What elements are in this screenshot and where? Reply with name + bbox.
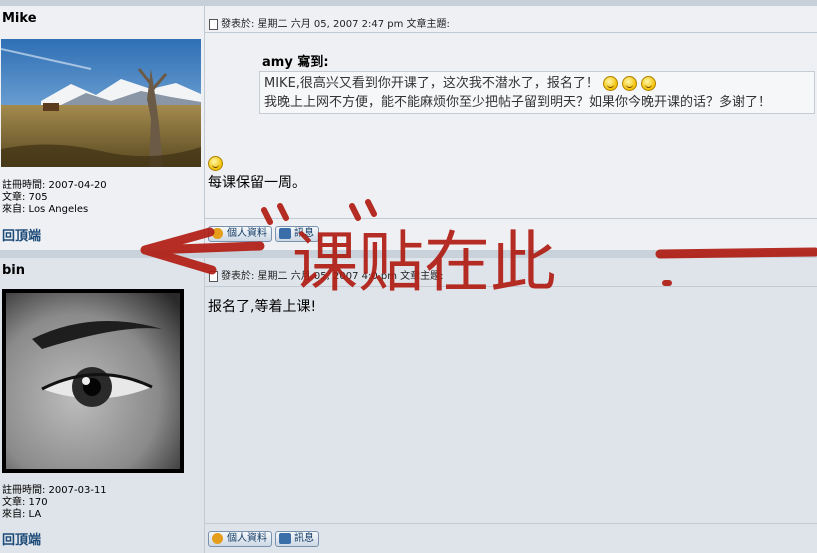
post-meta: 發表於: 星期二 六月 05, 2007 2:47 pm 文章主題: — [209, 15, 450, 30]
post-count: 文章: 705 — [2, 192, 48, 203]
post-meta-text: 發表於: 星期二 六月 05, 2007 4:0 pm 文章主題: — [221, 271, 444, 282]
avatar — [2, 289, 184, 473]
post-count: 文章: 170 — [2, 497, 48, 508]
registered-date: 註冊時間: 2007-04-20 — [2, 180, 107, 191]
user-icon — [212, 228, 223, 239]
divider — [205, 32, 817, 33]
post-icon — [209, 18, 218, 30]
post-body: 每课保留一周。 — [208, 175, 306, 191]
location: 來自: LA — [2, 509, 42, 520]
quote-title: amy 寫到: — [262, 55, 329, 70]
post-mike: Mike 註冊時間: 2007-04-20 文章: 705 來自: Los An… — [0, 6, 817, 250]
quote-box: MIKE,很高兴又看到你开课了，这次我不潜水了，报名了！ 我晚上上网不方便，能不… — [259, 71, 815, 114]
post-icon — [209, 270, 218, 282]
pm-button[interactable]: 訊息 — [275, 531, 319, 547]
post-author-panel: Mike 註冊時間: 2007-04-20 文章: 705 來自: Los An… — [0, 6, 205, 250]
pm-button-label: 訊息 — [294, 533, 314, 544]
author-info: 註冊時間: 2007-03-11 文章: 170 來自: LA — [2, 485, 107, 521]
post-meta-text: 發表於: 星期二 六月 05, 2007 2:47 pm 文章主題: — [221, 19, 450, 30]
post-content: 發表於: 星期二 六月 05, 2007 4:0 pm 文章主題: 报名了,等着… — [205, 258, 817, 553]
post-meta: 發表於: 星期二 六月 05, 2007 4:0 pm 文章主題: — [209, 267, 444, 282]
quote-line-1: MIKE,很高兴又看到你开课了，这次我不潜水了，报名了！ — [264, 74, 810, 93]
post-author-panel: bin 註冊時間: 2007-03-11 文章: 170 來自: LA 回頂端 — [0, 258, 205, 553]
pm-button[interactable]: 訊息 — [275, 226, 319, 242]
registered-date: 註冊時間: 2007-03-11 — [2, 485, 107, 496]
wink-icon — [208, 156, 223, 171]
wink-icon-wrap — [208, 153, 223, 172]
message-icon — [279, 533, 291, 544]
post-bin: bin 註冊時間: 2007-03-11 文章: 170 來自: LA 回頂端 … — [0, 258, 817, 553]
back-to-top-link[interactable]: 回頂端 — [2, 225, 41, 244]
divider — [205, 218, 817, 219]
divider — [205, 523, 817, 524]
message-icon — [279, 228, 291, 239]
pm-button-label: 訊息 — [294, 228, 314, 239]
author-name[interactable]: bin — [2, 263, 25, 278]
profile-button-label: 個人資料 — [227, 533, 267, 544]
divider — [205, 286, 817, 287]
post-body: 报名了,等着上课! — [208, 299, 317, 315]
back-to-top-link[interactable]: 回頂端 — [2, 529, 41, 548]
quote-line-1-text: MIKE,很高兴又看到你开课了，这次我不潜水了，报名了！ — [264, 76, 599, 91]
smile-icon — [602, 76, 618, 91]
smile-icon — [640, 76, 656, 91]
author-name[interactable]: Mike — [2, 11, 37, 26]
profile-button-label: 個人資料 — [227, 228, 267, 239]
avatar — [1, 39, 201, 167]
smile-icon — [621, 76, 637, 91]
user-icon — [212, 533, 223, 544]
post-separator — [0, 250, 817, 258]
location: 來自: Los Angeles — [2, 204, 89, 215]
profile-button[interactable]: 個人資料 — [208, 226, 272, 242]
profile-button[interactable]: 個人資料 — [208, 531, 272, 547]
author-info: 註冊時間: 2007-04-20 文章: 705 來自: Los Angeles — [2, 180, 107, 216]
quote-line-2: 我晚上上网不方便，能不能麻烦你至少把帖子留到明天？如果你今晚开课的话？多谢了！ — [264, 95, 772, 110]
post-content: 發表於: 星期二 六月 05, 2007 2:47 pm 文章主題: amy 寫… — [205, 6, 817, 250]
